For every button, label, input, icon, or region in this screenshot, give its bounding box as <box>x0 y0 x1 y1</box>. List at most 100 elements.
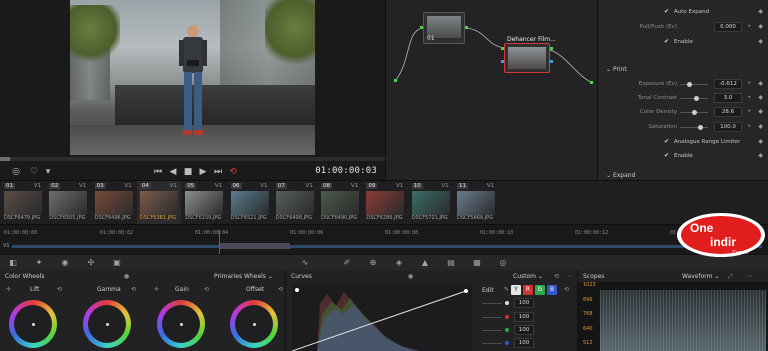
slider-knob[interactable] <box>687 82 693 87</box>
channel-y-value[interactable]: 100 <box>514 298 534 308</box>
node-01[interactable]: 01 <box>423 12 465 44</box>
reset-icon[interactable]: ⟲ <box>57 286 62 293</box>
wheel-center[interactable] <box>180 323 183 326</box>
checkbox-checked-icon[interactable]: ✔ <box>664 39 670 45</box>
wheel-center[interactable] <box>32 323 35 326</box>
node-dehancer[interactable] <box>504 43 550 73</box>
skip-forward-icon[interactable]: ⏭ <box>210 164 226 180</box>
wheel-center[interactable] <box>253 323 256 326</box>
keyframe-icon[interactable]: ◆ <box>758 23 763 30</box>
loop-icon[interactable]: ⟲ <box>225 164 241 180</box>
wheels-page-dot[interactable]: ● <box>124 273 129 280</box>
viewer-scrubber[interactable] <box>0 157 385 161</box>
exposure-row[interactable]: Exposure (Ev) -0.612 • ◆ <box>598 78 768 91</box>
rgb-mixer-icon[interactable]: ✣ <box>86 258 96 268</box>
exposure-slider[interactable] <box>680 82 708 87</box>
qualifier-icon[interactable]: ✐ <box>342 258 352 268</box>
pencil-icon[interactable]: ✎ <box>504 286 509 293</box>
clip-thumbnail[interactable]: 10 V1 DSCF5721.JPG <box>409 181 453 225</box>
selected-clip-range[interactable] <box>220 243 290 249</box>
video-track[interactable] <box>12 245 762 248</box>
color-density-slider[interactable] <box>680 110 708 115</box>
add-icon[interactable]: ✛ <box>154 286 159 293</box>
node-input-dot[interactable] <box>394 79 397 82</box>
channel-r-value[interactable]: 100 <box>514 312 534 322</box>
wheel-center[interactable] <box>106 323 109 326</box>
reset-icon[interactable]: ⟲ <box>204 286 209 293</box>
clip-thumbnail[interactable]: 07 V1 DSCF6498.JPG <box>273 181 317 225</box>
skip-back-icon[interactable]: ⏮ <box>150 164 166 180</box>
expand-section-header[interactable]: ⌄ Expand <box>606 172 635 179</box>
scopes-mode-dropdown[interactable]: Waveform ⌄ <box>682 273 719 280</box>
color-density-row[interactable]: Color Density 28.6 • ◆ <box>598 106 768 119</box>
dropdown-icon[interactable]: ▾ <box>40 164 56 180</box>
tonal-contrast-slider[interactable] <box>680 96 708 101</box>
play-icon[interactable]: ▶ <box>195 164 211 180</box>
keyframe-icon[interactable]: ◆ <box>758 38 763 45</box>
reset-icon[interactable]: ⟲ <box>278 286 283 293</box>
motion-effects-icon[interactable]: ▣ <box>112 258 122 268</box>
auto-expand-row[interactable]: ✔ Auto Expand ◆ <box>598 6 768 19</box>
saturation-row[interactable]: Saturation 100.0 • ◆ <box>598 121 768 134</box>
reset-icon[interactable]: • <box>747 123 751 130</box>
push-pull-row[interactable]: Pull/Push (Ev) 0.000 • ◆ <box>598 21 768 34</box>
color-wheels-icon[interactable]: ◉ <box>60 258 70 268</box>
tonal-contrast-value[interactable]: 3.0 <box>714 93 742 103</box>
clip-thumbnail[interactable]: 02 V1 DSCF6505.JPG <box>46 181 90 225</box>
clip-thumbnail[interactable]: 05 V1 DSCF6159.JPG <box>182 181 226 225</box>
stop-icon[interactable]: ■ <box>180 164 196 180</box>
viewer-mode-icon[interactable]: ◎ <box>8 164 24 180</box>
reset-icon[interactable]: ⟲ <box>554 273 559 280</box>
blur-icon[interactable]: ▲ <box>420 258 430 268</box>
exposure-value[interactable]: -0.612 <box>714 79 742 89</box>
keyframe-icon[interactable]: ◆ <box>758 94 763 101</box>
keyframe-icon[interactable]: ◆ <box>758 108 763 115</box>
channel-b-value[interactable]: 100 <box>514 338 534 348</box>
keyframe-icon[interactable]: ◆ <box>758 123 763 130</box>
key-icon[interactable]: ▤ <box>446 258 456 268</box>
clip-thumbnail[interactable]: 11 V1 DSCF5669.JPG <box>454 181 498 225</box>
print-section-header[interactable]: ⌄ Print <box>606 66 627 73</box>
reset-icon[interactable]: • <box>747 23 751 30</box>
curves-icon[interactable]: ∿ <box>300 258 310 268</box>
checkbox-checked-icon[interactable]: ✔ <box>664 9 670 15</box>
keyframe-icon[interactable]: ◆ <box>758 8 763 15</box>
clip-thumbnail[interactable]: 09 V1 DSCF6286.JPG <box>363 181 407 225</box>
enable-row[interactable]: ✔ Enable ◆ <box>598 36 768 49</box>
slider-knob[interactable] <box>692 110 698 115</box>
color-match-icon[interactable]: ✦ <box>34 258 44 268</box>
sizing-icon[interactable]: ▦ <box>472 258 482 268</box>
curves-mode-dropdown[interactable]: Custom ⌄ <box>513 273 543 280</box>
offset-wheel[interactable] <box>230 300 278 348</box>
channel-g-value[interactable]: 100 <box>514 325 534 335</box>
checkbox-checked-icon[interactable]: ✔ <box>664 153 670 159</box>
checkbox-checked-icon[interactable]: ✔ <box>664 139 670 145</box>
more-icon[interactable]: ⋯ <box>746 273 752 280</box>
gamma-wheel[interactable] <box>83 300 131 348</box>
clip-thumbnail[interactable]: 08 V1 DSCF6490.JPG <box>318 181 362 225</box>
clip-thumbnail[interactable]: 04 V1 DSCF6381.JPG <box>136 181 181 225</box>
node-output-dot[interactable] <box>590 81 593 84</box>
wheels-mode-dropdown[interactable]: Primaries Wheels ⌄ <box>214 273 273 280</box>
keyframe-icon[interactable]: ◆ <box>758 138 763 145</box>
keyframe-icon[interactable]: ◆ <box>758 80 763 87</box>
camera-raw-icon[interactable]: ◧ <box>8 258 18 268</box>
tonal-contrast-row[interactable]: Tonal Contrast 3.0 • ◆ <box>598 92 768 105</box>
gain-wheel[interactable] <box>157 300 205 348</box>
reset-icon[interactable]: • <box>747 108 751 115</box>
tracker-icon[interactable]: ◈ <box>394 258 404 268</box>
analogue-range-row[interactable]: ✔ Analogue Range Limiter ◆ <box>598 136 768 149</box>
mini-timeline[interactable]: V1 01:00:00:00 01:00:00:02 01:00:00:04 01:0… <box>0 224 768 255</box>
clip-thumbnail[interactable]: 03 V1 DSCF6496.JPG <box>92 181 136 225</box>
add-icon[interactable]: ✛ <box>6 286 11 293</box>
channel-r-button[interactable]: R <box>523 285 533 295</box>
slider-knob[interactable] <box>693 96 699 101</box>
keyframe-icon[interactable]: ◆ <box>758 152 763 159</box>
3d-icon[interactable]: ◎ <box>498 258 508 268</box>
curves-page-dot[interactable]: ● <box>408 273 413 280</box>
reset-icon[interactable]: ⟲ <box>131 286 136 293</box>
reset-icon[interactable]: • <box>747 94 751 101</box>
enable2-row[interactable]: ✔ Enable ◆ <box>598 150 768 163</box>
slider-knob[interactable] <box>697 125 703 130</box>
channel-y-button[interactable]: Y <box>511 285 521 295</box>
